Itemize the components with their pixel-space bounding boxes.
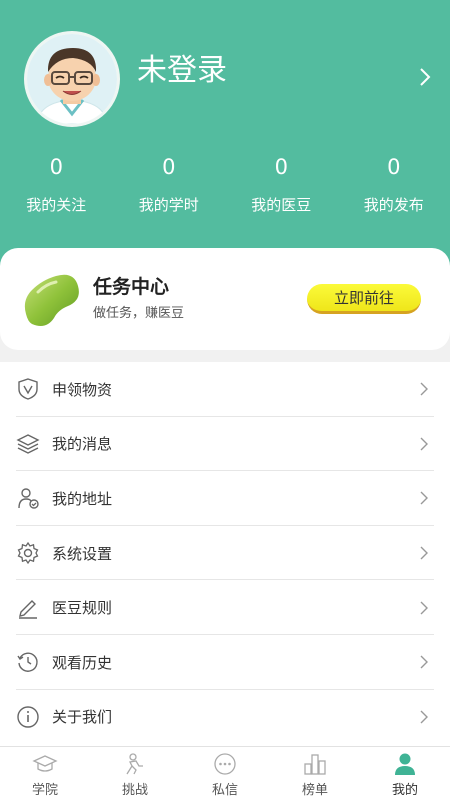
avatar-illustration <box>27 34 117 124</box>
person-icon <box>395 753 415 775</box>
settings-menu: 申领物资 我的消息 我的地址 系统设置 医豆规则 观看历史 关于我们 <box>0 362 450 746</box>
menu-label: 我的地址 <box>52 489 113 508</box>
stats-row: 0 我的关注 0 我的学时 0 我的医豆 0 我的发布 <box>0 150 450 230</box>
menu-label: 我的消息 <box>52 435 113 454</box>
stat-label: 我的医豆 <box>251 196 312 214</box>
menu-item-about-us[interactable]: 关于我们 <box>0 690 450 745</box>
chevron-right-icon <box>420 491 428 505</box>
go-now-button[interactable]: 立即前往 <box>307 284 421 314</box>
tab-label: 我的 <box>391 783 418 798</box>
stat-following[interactable]: 0 我的关注 <box>0 150 113 230</box>
username[interactable]: 未登录 <box>137 45 227 89</box>
stat-beans[interactable]: 0 我的医豆 <box>225 150 338 230</box>
menu-item-messages[interactable]: 我的消息 <box>0 417 450 472</box>
stat-study-hours[interactable]: 0 我的学时 <box>113 150 226 230</box>
challenge-icon <box>126 753 143 775</box>
chevron-right-icon <box>420 710 428 724</box>
chevron-right-icon[interactable] <box>418 66 432 88</box>
task-title: 任务中心 <box>93 276 170 298</box>
task-subtitle: 做任务，赚医豆 <box>93 306 185 321</box>
menu-label: 观看历史 <box>52 653 113 672</box>
bean-icon <box>24 274 79 326</box>
menu-item-apply-supplies[interactable]: 申领物资 <box>0 362 450 417</box>
stat-value: 0 <box>274 155 288 179</box>
stat-value: 0 <box>162 155 176 179</box>
menu-item-bean-rules[interactable]: 医豆规则 <box>0 580 450 635</box>
chevron-right-icon <box>420 546 428 560</box>
chevron-right-icon <box>420 655 428 669</box>
menu-item-watch-history[interactable]: 观看历史 <box>0 635 450 690</box>
tab-academy[interactable]: 学院 <box>0 747 90 800</box>
chevron-right-icon <box>420 382 428 396</box>
chevron-right-icon <box>420 437 428 451</box>
menu-label: 申领物资 <box>52 380 113 399</box>
gear-icon <box>16 541 40 565</box>
ranking-icon <box>304 754 326 775</box>
graduation-cap-icon <box>32 755 58 772</box>
menu-item-address[interactable]: 我的地址 <box>0 471 450 526</box>
shield-icon <box>16 377 40 401</box>
stat-value: 0 <box>387 155 401 179</box>
tab-label: 挑战 <box>121 783 148 798</box>
menu-label: 系统设置 <box>52 544 113 563</box>
user-check-icon <box>16 486 40 510</box>
tab-mine[interactable]: 我的 <box>360 747 450 800</box>
tab-ranking[interactable]: 榜单 <box>270 747 360 800</box>
stat-label: 我的关注 <box>26 196 87 214</box>
stat-posts[interactable]: 0 我的发布 <box>338 150 450 230</box>
tab-label: 榜单 <box>301 783 328 798</box>
tab-label: 私信 <box>211 783 238 798</box>
chat-icon <box>214 753 236 775</box>
bottom-tab-bar: 学院 挑战 私信 榜单 我的 <box>0 746 450 800</box>
history-icon <box>16 650 40 674</box>
tab-messages[interactable]: 私信 <box>180 747 270 800</box>
menu-label: 医豆规则 <box>52 599 113 618</box>
layers-icon <box>16 432 40 456</box>
tab-challenge[interactable]: 挑战 <box>90 747 180 800</box>
stat-label: 我的发布 <box>363 196 424 214</box>
pen-icon <box>16 596 40 620</box>
menu-label: 关于我们 <box>52 708 113 727</box>
chevron-right-icon <box>420 601 428 615</box>
stat-label: 我的学时 <box>138 196 199 214</box>
menu-item-settings[interactable]: 系统设置 <box>0 526 450 581</box>
stat-value: 0 <box>49 155 63 179</box>
tab-label: 学院 <box>31 783 58 798</box>
avatar[interactable] <box>24 31 120 127</box>
info-icon <box>16 705 40 729</box>
